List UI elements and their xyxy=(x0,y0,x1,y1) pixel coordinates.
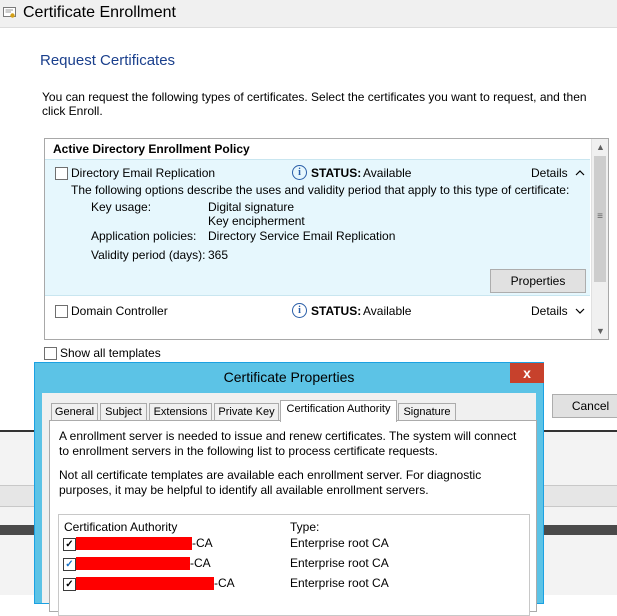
window-title: Certificate Enrollment xyxy=(23,4,176,21)
ca-type: Enterprise root CA xyxy=(290,536,389,550)
scroll-down-icon[interactable]: ▼ xyxy=(592,323,608,339)
cancel-button[interactable]: Cancel xyxy=(552,394,617,418)
app-policies-label: Application policies: xyxy=(91,229,197,243)
dialog-title: Certificate Properties xyxy=(223,369,355,385)
status-value: Available xyxy=(363,166,412,180)
type-column-header: Type: xyxy=(290,520,320,534)
page-description: You can request the following types of c… xyxy=(42,90,587,118)
dialog-title-bar: Certificate Properties x xyxy=(35,363,544,393)
app-policies-value: Directory Service Email Replication xyxy=(208,229,396,243)
table-row[interactable]: ✓ -CA Enterprise root CA xyxy=(59,555,529,575)
key-usage-value-1: Digital signature xyxy=(208,200,295,214)
scroll-thumb[interactable]: ≡ xyxy=(594,156,606,282)
close-icon: x xyxy=(523,365,531,381)
info-icon: i xyxy=(292,165,307,180)
ca-suffix: -CA xyxy=(192,536,213,550)
table-row[interactable]: ✓ -CA Enterprise root CA xyxy=(59,575,529,595)
scroll-up-icon[interactable]: ▲ xyxy=(592,139,608,155)
ca-list[interactable]: Certification Authority Type: ✓ -CA Ente… xyxy=(58,514,530,616)
details-label: Details xyxy=(531,166,568,180)
dialog-frame: General Subject Extensions Private Key C… xyxy=(35,393,543,616)
details-toggle[interactable]: Details xyxy=(531,304,585,318)
list-item-directory-email-replication[interactable]: Directory Email Replication i STATUS: Av… xyxy=(45,160,590,296)
status-label: STATUS: xyxy=(311,304,362,318)
details-label: Details xyxy=(531,304,568,318)
domain-controller-checkbox[interactable] xyxy=(55,305,68,318)
policy-header: Active Directory Enrollment Policy xyxy=(45,139,590,160)
ca-suffix: -CA xyxy=(214,576,235,590)
show-all-templates-checkbox[interactable] xyxy=(44,347,57,360)
status-value: Available xyxy=(363,304,412,318)
validity-label: Validity period (days): xyxy=(91,248,206,262)
ca-type: Enterprise root CA xyxy=(290,556,389,570)
details-intro: The following options describe the uses … xyxy=(71,183,570,197)
directory-email-replication-checkbox[interactable] xyxy=(55,167,68,180)
enrollment-server-info: A enrollment server is needed to issue a… xyxy=(59,429,517,458)
validity-value: 365 xyxy=(208,248,229,262)
properties-button[interactable]: Properties xyxy=(490,269,586,293)
chevron-down-icon xyxy=(575,308,585,314)
ca-suffix: -CA xyxy=(190,556,211,570)
tab-private-key[interactable]: Private Key xyxy=(214,403,279,421)
show-all-templates-label: Show all templates xyxy=(60,346,161,360)
page-heading: Request Certificates xyxy=(40,52,176,69)
redacted-ca-name xyxy=(76,537,192,550)
list-item-domain-controller[interactable]: Domain Controller i STATUS: Available De… xyxy=(45,297,590,327)
info-icon: i xyxy=(292,303,307,318)
ca-type: Enterprise root CA xyxy=(290,576,389,590)
title-bar: Certificate Enrollment xyxy=(0,0,617,28)
tab-panel: A enrollment server is needed to issue a… xyxy=(49,420,537,616)
chevron-up-icon xyxy=(575,170,585,176)
tab-extensions[interactable]: Extensions xyxy=(149,403,212,421)
grip-icon: ≡ xyxy=(597,211,603,222)
redacted-ca-name xyxy=(76,577,214,590)
key-usage-label: Key usage: xyxy=(91,200,152,214)
key-usage-value-2: Key encipherment xyxy=(208,214,305,228)
ca-checkbox-checked-icon[interactable]: ✓ xyxy=(63,558,76,571)
tab-subject[interactable]: Subject xyxy=(100,403,147,421)
close-button[interactable]: x xyxy=(510,363,544,383)
certificate-properties-dialog: Certificate Properties x General Subject… xyxy=(34,362,544,616)
table-row[interactable]: ✓ -CA Enterprise root CA xyxy=(59,535,529,555)
redacted-ca-name xyxy=(76,557,190,570)
diagnostic-info: Not all certificate templates are availa… xyxy=(59,468,482,497)
tab-general[interactable]: General xyxy=(51,403,98,421)
certificate-list[interactable]: Active Directory Enrollment Policy Direc… xyxy=(44,138,609,340)
ca-checkbox-checked-icon[interactable]: ✓ xyxy=(63,538,76,551)
tab-certification-authority[interactable]: Certification Authority xyxy=(280,400,397,422)
dialog-content: General Subject Extensions Private Key C… xyxy=(42,393,537,616)
status-label: STATUS: xyxy=(311,166,362,180)
ca-column-header: Certification Authority xyxy=(64,520,178,534)
details-toggle[interactable]: Details xyxy=(531,166,585,180)
item-name: Domain Controller xyxy=(71,304,168,318)
item-name: Directory Email Replication xyxy=(71,166,216,180)
certificate-icon xyxy=(3,7,16,18)
ca-checkbox-checked-icon[interactable]: ✓ xyxy=(63,578,76,591)
tab-signature[interactable]: Signature xyxy=(398,403,456,421)
vertical-scrollbar[interactable]: ▲ ≡ ▼ xyxy=(591,139,608,339)
policy-header-label: Active Directory Enrollment Policy xyxy=(53,142,250,156)
